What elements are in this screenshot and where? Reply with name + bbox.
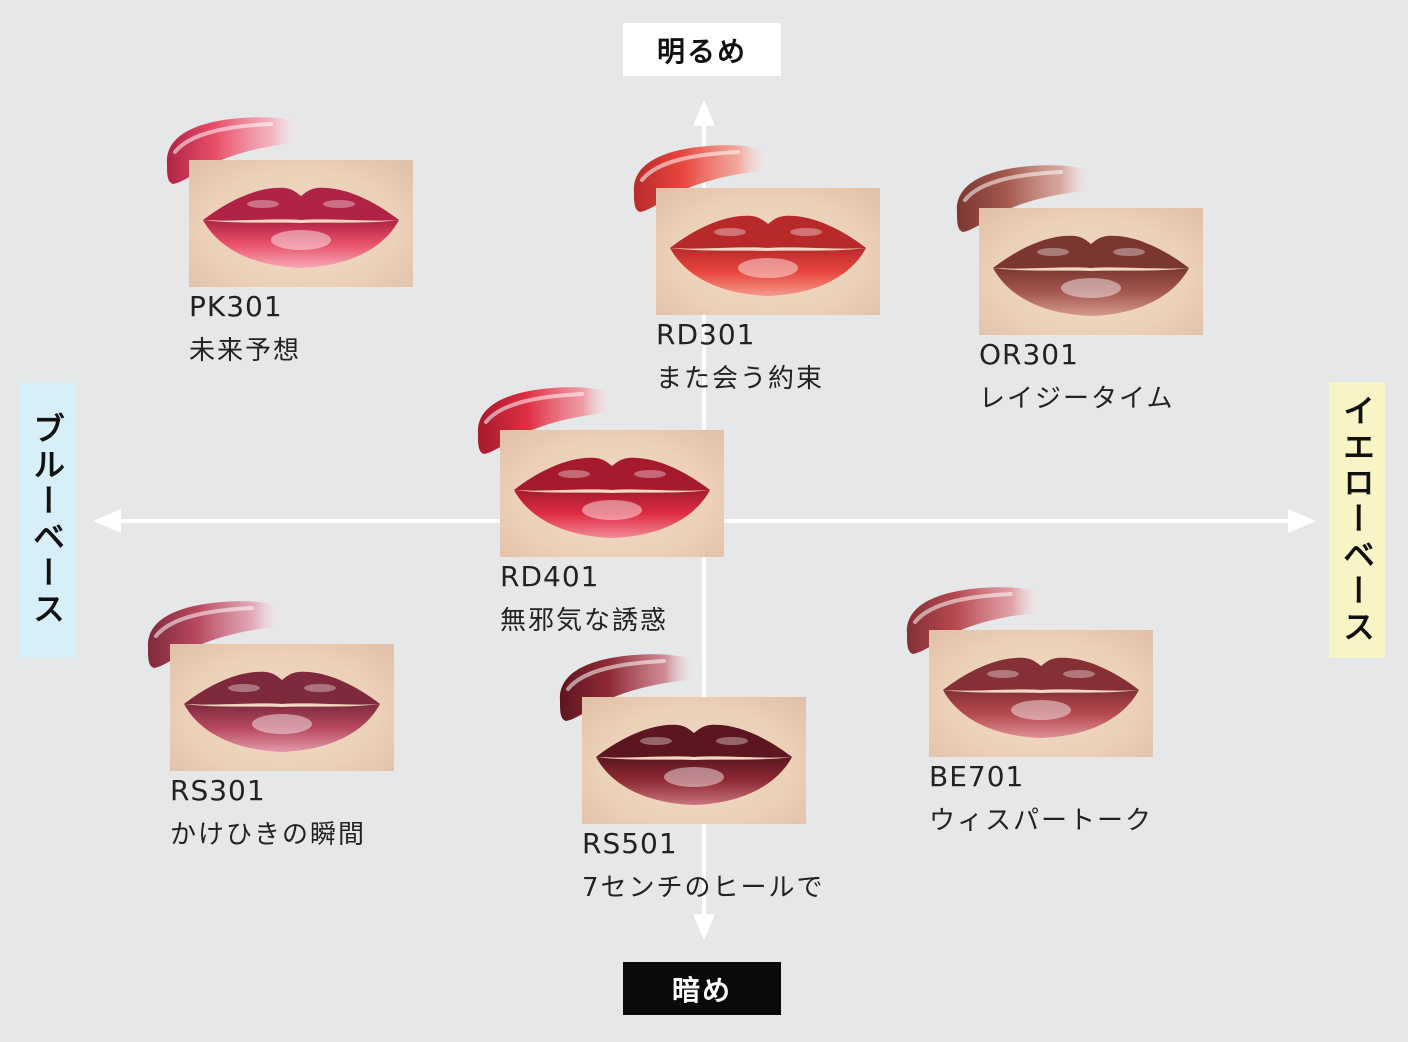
lip-photo-rs301: [170, 644, 394, 771]
lip-photo-rd401: [500, 430, 724, 557]
shade-code: RD301: [656, 318, 756, 351]
arrow-left-icon: [93, 509, 121, 533]
shade-code: OR301: [979, 338, 1079, 371]
shade-name: かけひきの瞬間: [170, 820, 367, 850]
axis-label-yellow-base: イエローベース: [1329, 382, 1385, 658]
axis-label-bright: 明るめ: [623, 23, 781, 76]
shade-name: レイジータイム: [979, 384, 1175, 414]
shade-code: RS301: [170, 774, 266, 807]
shade-code: BE701: [929, 760, 1025, 793]
shade-code: PK301: [189, 290, 283, 323]
shade-name: 無邪気な誘惑: [500, 606, 669, 636]
shade-code: RS501: [582, 827, 678, 860]
shade-name: 7センチのヒールで: [582, 873, 825, 903]
shade-name: また会う約束: [656, 364, 825, 394]
shade-name: ウィスパートーク: [929, 806, 1154, 836]
arrow-up-icon: [693, 100, 715, 126]
axis-label-dark: 暗め: [623, 962, 781, 1015]
lip-photo-rs501: [582, 697, 806, 824]
arrow-down-icon: [693, 914, 715, 940]
shade-name: 未来予想: [189, 336, 302, 366]
lip-photo-rd301: [656, 188, 880, 315]
shade-code: RD401: [500, 560, 600, 593]
lip-photo-or301: [979, 208, 1203, 335]
lip-photo-pk301: [189, 160, 413, 287]
lip-photo-be701: [929, 630, 1153, 757]
arrow-right-icon: [1288, 509, 1316, 533]
axis-label-blue-base: ブルーベース: [19, 382, 75, 658]
